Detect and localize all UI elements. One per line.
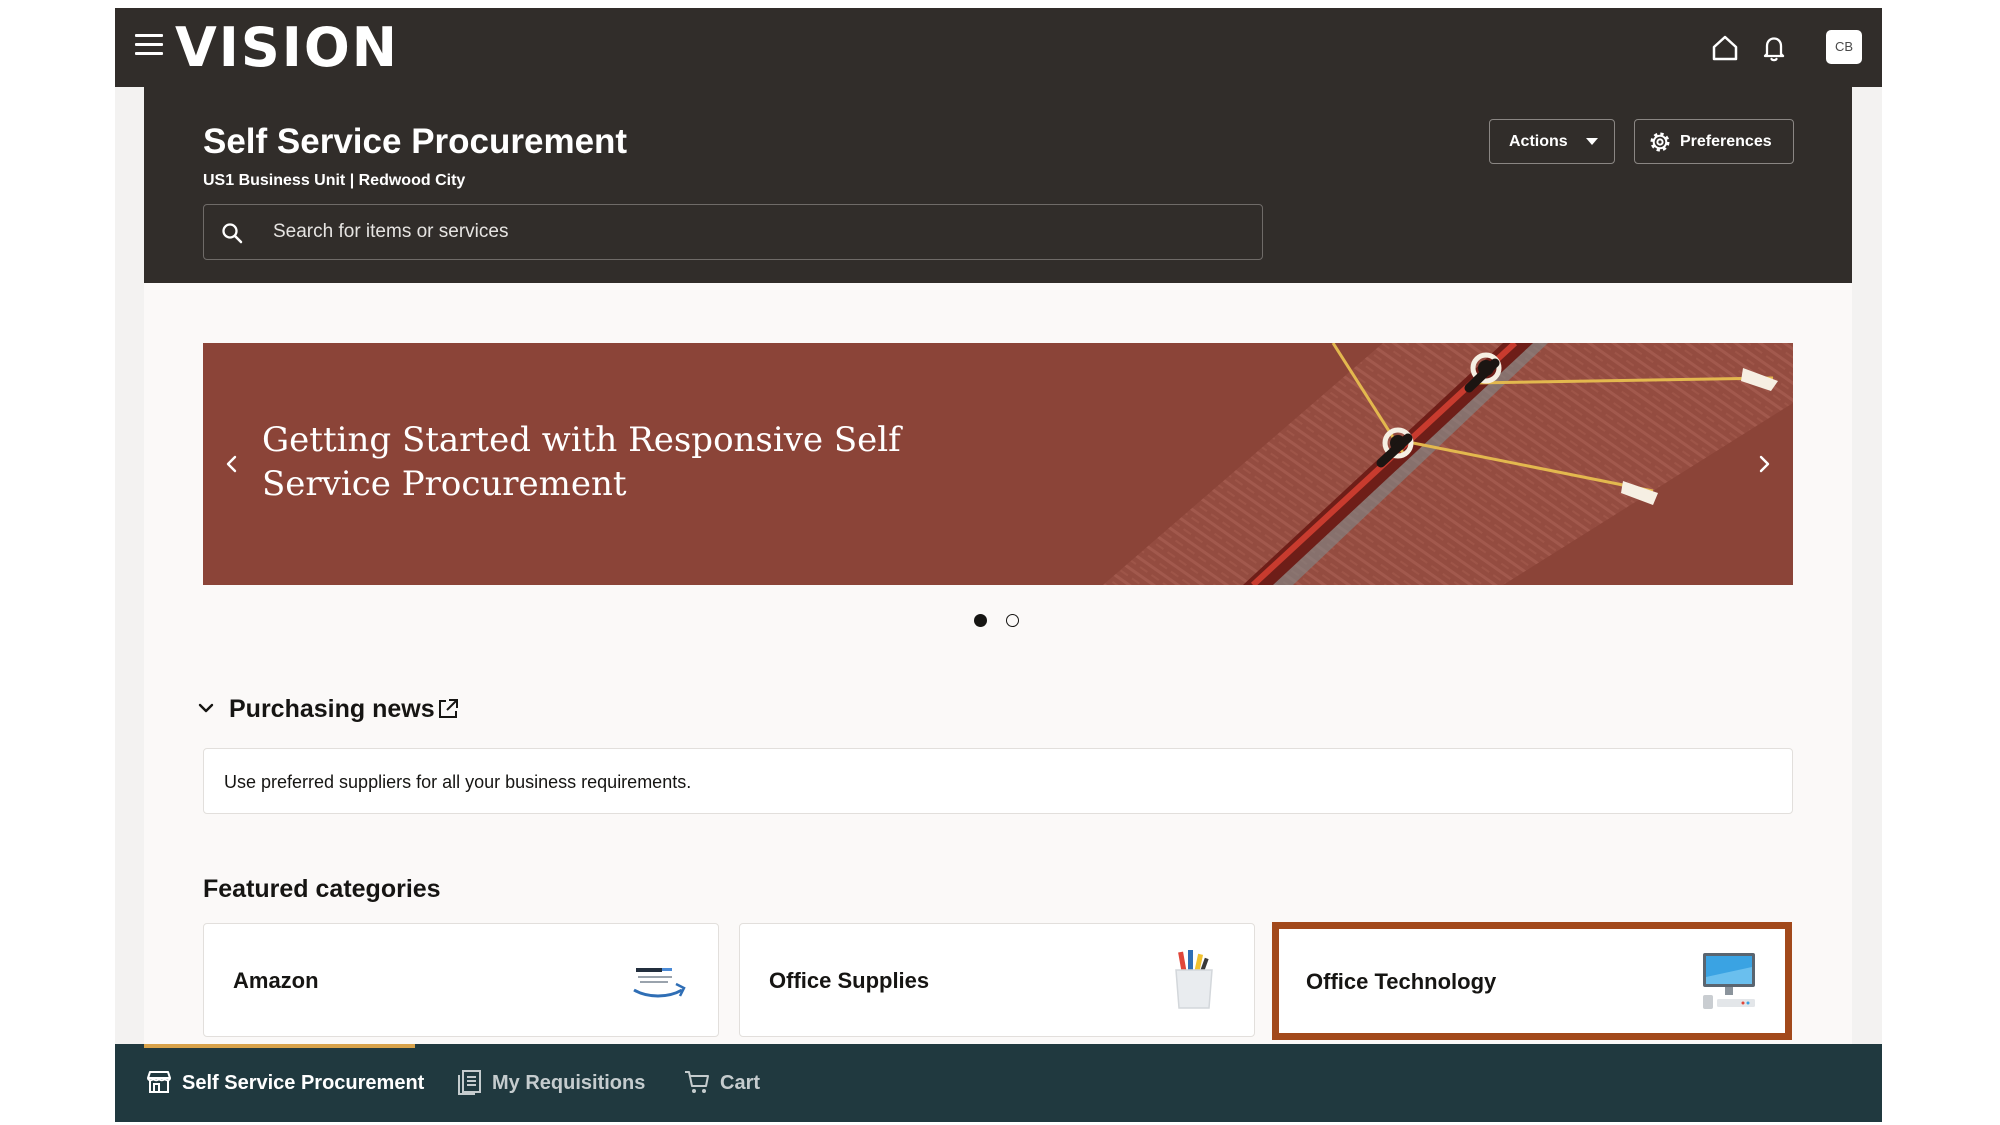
nav-tab-label: Cart xyxy=(720,1072,761,1094)
preferences-button[interactable]: Preferences xyxy=(1634,119,1794,164)
nav-tab-self-service-procurement[interactable]: Self Service Procurement xyxy=(145,1064,424,1100)
chevron-left-icon[interactable] xyxy=(221,451,243,477)
user-avatar[interactable]: CB xyxy=(1826,30,1862,64)
carousel-banner[interactable]: Getting Started with Responsive Self Ser… xyxy=(203,343,1793,585)
nav-tab-my-requisitions[interactable]: My Requisitions xyxy=(455,1064,645,1100)
requisitions-icon xyxy=(458,1070,481,1095)
chevron-right-icon[interactable] xyxy=(1753,451,1775,477)
purchasing-news-title: Purchasing news xyxy=(229,695,435,723)
search-input[interactable] xyxy=(273,205,1253,259)
caret-down-icon xyxy=(1586,138,1598,145)
cart-icon xyxy=(685,1071,709,1093)
category-label: Office Technology xyxy=(1306,969,1497,994)
menu-icon[interactable] xyxy=(135,34,163,56)
preferences-label: Preferences xyxy=(1680,133,1772,150)
carousel-dot-2[interactable] xyxy=(1006,614,1019,627)
gear-icon xyxy=(1650,132,1670,152)
category-label: Office Supplies xyxy=(769,968,930,993)
storefront-icon xyxy=(147,1071,171,1093)
category-card-amazon[interactable]: Amazon xyxy=(203,923,719,1037)
business-unit-subtitle: US1 Business Unit | Redwood City xyxy=(203,172,466,189)
nav-tab-cart[interactable]: Cart xyxy=(683,1064,793,1100)
computer-monitor-icon xyxy=(1703,953,1755,1009)
amazon-business-icon xyxy=(630,962,686,1000)
nav-tab-label: My Requisitions xyxy=(492,1072,646,1094)
nav-tab-label: Self Service Procurement xyxy=(182,1072,425,1094)
search-box[interactable] xyxy=(203,204,1263,260)
main-content: Getting Started with Responsive Self Ser… xyxy=(144,283,1852,1073)
chevron-down-icon[interactable] xyxy=(195,697,217,719)
banner-title[interactable]: Getting Started with Responsive Self Ser… xyxy=(262,418,1022,506)
page-title: Self Service Procurement xyxy=(203,122,628,161)
global-header: VISION CB xyxy=(115,8,1882,87)
news-card: Use preferred suppliers for all your bus… xyxy=(203,748,1793,814)
office-supplies-icon xyxy=(1175,950,1213,1009)
bottom-navigation: Self Service Procurement My Requisitions… xyxy=(115,1044,1882,1122)
actions-menu-button[interactable]: Actions xyxy=(1489,119,1615,164)
carousel-dot-1[interactable] xyxy=(974,614,987,627)
search-icon xyxy=(222,223,243,244)
page-header: Self Service Procurement US1 Business Un… xyxy=(144,87,1852,283)
news-message: Use preferred suppliers for all your bus… xyxy=(224,772,692,792)
actions-label: Actions xyxy=(1509,133,1568,150)
carousel-pagination xyxy=(974,614,1019,628)
category-label: Amazon xyxy=(233,968,319,993)
category-card-office-technology[interactable]: Office Technology xyxy=(1275,923,1791,1037)
home-icon[interactable] xyxy=(1707,30,1743,66)
purchasing-news-header: Purchasing news xyxy=(195,693,595,725)
category-card-office-supplies[interactable]: Office Supplies xyxy=(739,923,1255,1037)
app-window: VISION CB Self Service Procurement US1 B… xyxy=(115,8,1882,1122)
app-logo[interactable]: VISION xyxy=(175,18,399,78)
notifications-icon[interactable] xyxy=(1756,30,1792,66)
active-tab-indicator xyxy=(144,1044,415,1048)
featured-categories-title: Featured categories xyxy=(203,875,441,903)
external-link-icon[interactable] xyxy=(436,697,460,721)
